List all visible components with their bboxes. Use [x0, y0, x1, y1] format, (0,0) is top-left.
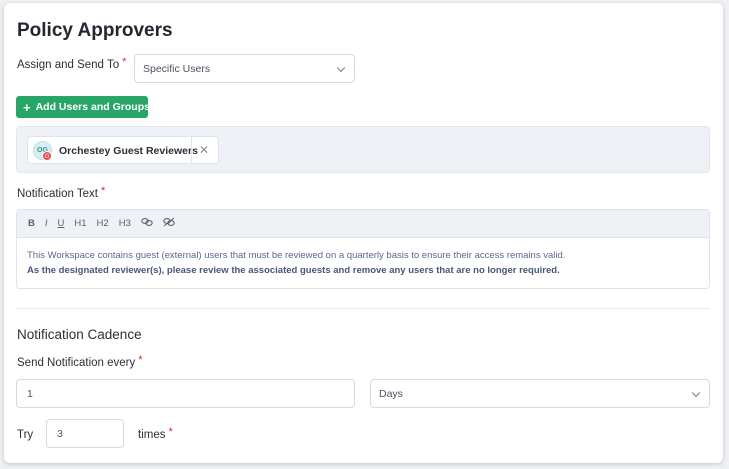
heading1-button[interactable]: H1	[74, 218, 86, 229]
chevron-down-icon	[336, 63, 346, 72]
required-mark: *	[122, 56, 127, 68]
notification-text-label: Notification Text *	[17, 185, 106, 200]
required-mark: *	[168, 426, 173, 438]
try-label: Try	[17, 429, 34, 441]
underline-button[interactable]: U	[58, 218, 65, 229]
add-users-groups-label: Add Users and Groups	[35, 101, 150, 113]
notification-editor[interactable]: B I U H1 H2 H3 This Workspace contains g…	[16, 209, 710, 289]
add-users-groups-button[interactable]: + Add Users and Groups	[16, 96, 150, 118]
link-icon[interactable]	[141, 217, 153, 230]
cadence-unit-value: Days	[379, 387, 403, 400]
chevron-down-icon	[691, 388, 701, 397]
chip-divider	[191, 137, 192, 163]
policy-approvers-card: Policy Approvers Assign and Send To * Spe…	[4, 3, 723, 463]
send-every-label: Send Notification every *	[17, 354, 143, 369]
notification-body-line2: As the designated reviewer(s), please re…	[27, 265, 560, 276]
plus-icon: +	[23, 99, 31, 115]
page-title: Policy Approvers	[17, 20, 173, 41]
send-every-input[interactable]: 1	[16, 379, 355, 408]
group-chip: OG G Orchestey Guest Reviewers ✕	[27, 136, 219, 164]
required-mark: *	[100, 185, 106, 197]
required-mark: *	[138, 354, 143, 366]
assign-label-text: Assign and Send To	[17, 59, 120, 71]
times-label: times *	[138, 426, 173, 441]
send-every-label-text: Send Notification every	[17, 357, 136, 369]
assign-label: Assign and Send To *	[17, 56, 127, 71]
try-count-input[interactable]: 3	[46, 419, 124, 448]
editor-toolbar: B I U H1 H2 H3	[17, 210, 709, 238]
cadence-section-title: Notification Cadence	[17, 327, 142, 342]
guest-badge-icon: G	[42, 151, 52, 161]
times-label-text: times	[138, 429, 166, 441]
unlink-icon[interactable]	[163, 217, 175, 230]
group-chip-label: Orchestey Guest Reviewers	[59, 145, 198, 157]
section-divider	[16, 308, 710, 309]
bold-button[interactable]: B	[28, 218, 35, 229]
close-icon[interactable]: ✕	[199, 143, 209, 157]
heading2-button[interactable]: H2	[97, 218, 109, 229]
selected-groups-panel: OG G Orchestey Guest Reviewers ✕	[16, 126, 710, 173]
notification-text-label-text: Notification Text	[17, 188, 98, 200]
italic-button[interactable]: I	[45, 218, 48, 229]
assign-select-value: Specific Users	[143, 62, 211, 75]
notification-body-line1: This Workspace contains guest (external)…	[27, 250, 566, 261]
heading3-button[interactable]: H3	[119, 218, 131, 229]
assign-select[interactable]: Specific Users	[134, 54, 355, 83]
cadence-unit-select[interactable]: Days	[370, 379, 710, 408]
